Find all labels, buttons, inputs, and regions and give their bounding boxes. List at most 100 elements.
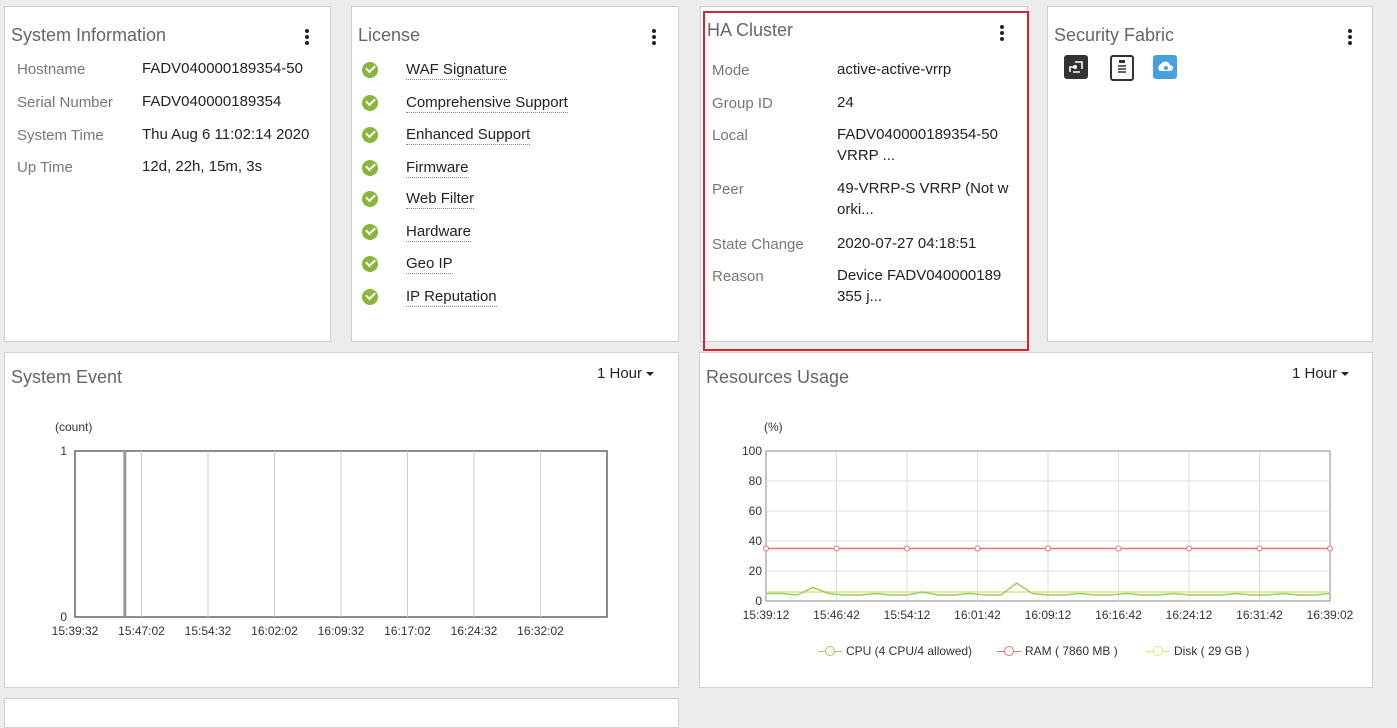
- topology-icon[interactable]: [1064, 55, 1088, 79]
- ha-cluster-title: HA Cluster: [707, 20, 794, 40]
- security-fabric-menu-icon[interactable]: [1348, 29, 1352, 45]
- x-tick-label: 16:02:02: [251, 624, 298, 638]
- y-tick-label: 20: [749, 564, 763, 578]
- y-tick-label: 0: [60, 610, 67, 624]
- license-item-firmware: Firmware: [362, 157, 469, 179]
- x-tick-label: 15:39:32: [52, 624, 99, 638]
- up-time-value: 12d, 22h, 15m, 3s: [142, 158, 263, 175]
- mode-value: active-active-vrrp: [837, 61, 952, 78]
- x-tick-label: 15:54:32: [185, 624, 232, 638]
- reason-value-line1: Device FADV040000189: [837, 267, 1002, 284]
- state-change-value: 2020-07-27 04:18:51: [837, 235, 977, 252]
- ram-point: [1256, 545, 1263, 552]
- ha-cluster-highlight-frame: HA Cluster Mode active-active-vrrp Group…: [703, 11, 1029, 351]
- license-title: License: [358, 25, 421, 45]
- ram-point: [833, 545, 840, 552]
- x-tick-label: 16:01:42: [954, 608, 1001, 622]
- legend-item-cpu[interactable]: CPU (4 CPU/4 allowed): [818, 644, 972, 658]
- check-icon: [362, 62, 378, 78]
- ram-point: [904, 545, 910, 552]
- license-link[interactable]: Comprehensive Support: [406, 94, 568, 113]
- mode-label: Mode: [712, 62, 750, 79]
- legend-label-cpu: CPU (4 CPU/4 allowed): [846, 644, 973, 658]
- check-icon: [362, 95, 378, 111]
- x-tick-label: 16:39:02: [1307, 608, 1354, 622]
- peer-value-line1: 49-VRRP-S VRRP (Not w: [837, 180, 1009, 197]
- clipboard-icon[interactable]: [1110, 55, 1134, 81]
- ram-point: [974, 545, 981, 552]
- license-link[interactable]: Firmware: [406, 159, 469, 178]
- check-icon: [362, 191, 378, 207]
- check-icon: [362, 224, 378, 240]
- legend-marker-disk: [1146, 646, 1170, 656]
- x-tick-label: 16:17:02: [384, 624, 431, 638]
- system-time-value: Thu Aug 6 11:02:14 2020: [142, 126, 310, 143]
- hostname-label: Hostname: [17, 61, 86, 78]
- license-link[interactable]: IP Reputation: [406, 288, 497, 307]
- license-link[interactable]: Geo IP: [406, 255, 453, 274]
- ha-cluster-menu-icon[interactable]: [1000, 25, 1004, 41]
- y-tick-label: 60: [749, 504, 763, 518]
- license-link[interactable]: Web Filter: [406, 190, 475, 209]
- system-event-title: System Event: [11, 367, 123, 387]
- group-id-value: 24: [837, 94, 854, 111]
- license-item-web-filter: Web Filter: [362, 188, 475, 210]
- legend-item-disk[interactable]: Disk ( 29 GB ): [1146, 644, 1249, 658]
- resources-usage-range-dropdown[interactable]: 1 Hour: [1292, 365, 1350, 382]
- peer-label: Peer: [712, 181, 744, 198]
- group-id-label: Group ID: [712, 95, 773, 112]
- bottom-panel: [4, 698, 679, 728]
- ram-point: [1327, 545, 1333, 552]
- system-information-title: System Information: [11, 25, 167, 45]
- cloud-icon[interactable]: [1153, 55, 1177, 79]
- legend-label-ram: RAM ( 7860 MB ): [1025, 644, 1118, 658]
- x-tick-label: 16:32:02: [517, 624, 564, 638]
- legend-label-disk: Disk ( 29 GB ): [1174, 644, 1250, 658]
- license-item-ip-reputation: IP Reputation: [362, 286, 497, 308]
- x-tick-label: 16:09:32: [318, 624, 365, 638]
- reason-label: Reason: [712, 268, 764, 285]
- serial-number-label: Serial Number: [17, 94, 113, 111]
- license-item-enhanced-support: Enhanced Support: [362, 124, 531, 146]
- x-tick-label: 16:16:42: [1095, 608, 1142, 622]
- x-tick-label: 16:31:42: [1236, 608, 1283, 622]
- security-fabric-title: Security Fabric: [1054, 25, 1175, 45]
- y-axis-label: (count): [55, 420, 92, 434]
- x-tick-label: 16:24:32: [451, 624, 498, 638]
- x-tick-label: 15:54:12: [884, 608, 931, 622]
- legend-item-ram[interactable]: RAM ( 7860 MB ): [997, 644, 1118, 658]
- x-tick-label: 16:09:12: [1025, 608, 1072, 622]
- system-time-label: System Time: [17, 127, 104, 144]
- check-icon: [362, 127, 378, 143]
- local-value-line2: VRRP ...: [837, 147, 896, 164]
- y-tick-label: 80: [749, 474, 763, 488]
- up-time-label: Up Time: [17, 159, 73, 176]
- x-tick-label: 15:46:42: [813, 608, 860, 622]
- license-link[interactable]: Hardware: [406, 223, 472, 242]
- license-link[interactable]: WAF Signature: [406, 61, 508, 80]
- y-tick-label: 0: [755, 594, 762, 608]
- hostname-value: FADV040000189354-50: [142, 60, 303, 77]
- license-item-geo-ip: Geo IP: [362, 253, 453, 275]
- y-tick-label: 1: [60, 444, 67, 458]
- check-icon: [362, 289, 378, 305]
- license-item-waf-signature: WAF Signature: [362, 59, 508, 81]
- serial-number-value: FADV040000189354: [142, 93, 282, 110]
- resources-usage-title: Resources Usage: [706, 367, 850, 387]
- system-information-menu-icon[interactable]: [305, 29, 309, 45]
- chevron-down-icon: [1341, 372, 1350, 377]
- resources-usage-panel: Resources Usage 1 Hour (%) 0 20 40 60 80 100 15…: [699, 352, 1373, 688]
- x-tick-label: 15:39:12: [743, 608, 790, 622]
- system-event-range-dropdown[interactable]: 1 Hour: [597, 365, 655, 382]
- y-tick-label: 40: [749, 534, 763, 548]
- check-icon: [362, 256, 378, 272]
- license-item-comprehensive-support: Comprehensive Support: [362, 92, 568, 114]
- license-item-hardware: Hardware: [362, 221, 472, 243]
- license-link[interactable]: Enhanced Support: [406, 126, 531, 145]
- resources-usage-range-label: 1 Hour: [1292, 365, 1338, 382]
- y-axis-label: (%): [764, 420, 783, 434]
- ram-point: [1186, 545, 1192, 552]
- system-information-panel: System Information Hostname FADV04000018…: [4, 6, 331, 342]
- system-event-chart: (count) 15:39:32 15:47:02 15:54:32 16:02:02 1…: [52, 420, 608, 638]
- license-menu-icon[interactable]: [652, 29, 656, 45]
